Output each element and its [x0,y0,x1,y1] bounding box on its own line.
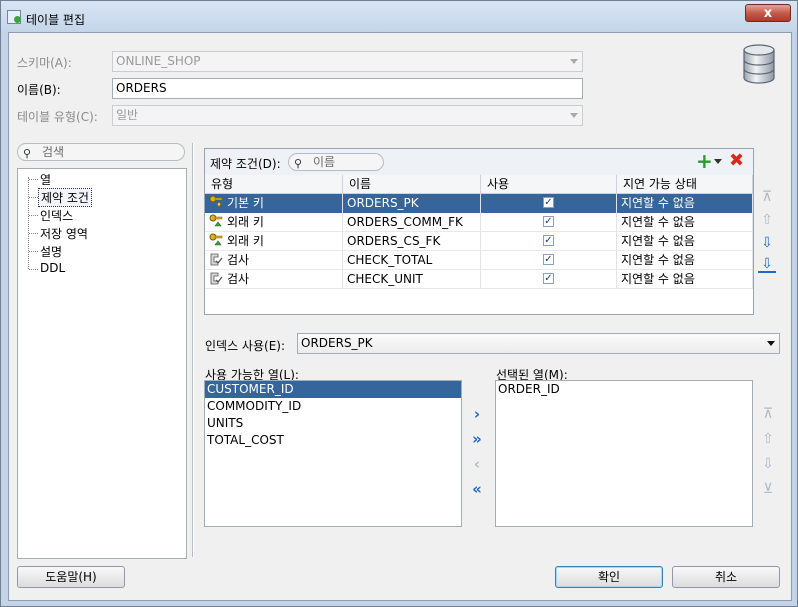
col-header-enabled[interactable]: 사용 [481,175,617,194]
ok-button[interactable]: 확인 [555,566,663,588]
constraints-label: 제약 조건(D): [210,157,281,171]
table-row[interactable]: 검사 CHECK_TOTAL ✓ 지연할 수 없음 [205,251,753,270]
col-header-deferrable[interactable]: 지연 가능 상태 [617,175,753,194]
table-row[interactable]: 검사 CHECK_UNIT ✓ 지연할 수 없음 [205,270,753,289]
tree-search-input[interactable]: ⚲ 검색 [17,143,185,161]
tree-item-storage[interactable]: 저장 영역 [40,225,88,242]
table-row[interactable]: 기본 키 ORDERS_PK ✓ 지연할 수 없음 [205,194,753,213]
table-type-dropdown: 일반 [112,105,583,126]
index-dropdown[interactable]: ORDERS_PK [297,333,780,354]
primary-key-icon [209,195,223,209]
search-icon: ⚲ [294,157,303,170]
table-row[interactable]: 외래 키 ORDERS_COMM_FK ✓ 지연할 수 없음 [205,213,753,232]
move-column-top-icon[interactable]: ⊼ [759,405,777,423]
col-header-type[interactable]: 유형 [205,175,343,194]
add-menu-chevron-icon[interactable] [714,159,722,164]
col-header-name[interactable]: 이름 [343,175,481,194]
remove-column-icon[interactable]: ‹ [468,455,486,473]
chevron-down-icon [570,59,578,64]
foreign-key-icon [209,233,223,247]
close-button[interactable]: x [745,4,791,22]
delete-constraint-icon[interactable]: ✖ [729,151,744,171]
tree-item-constraints[interactable]: 제약 조건 [38,188,92,207]
enabled-checkbox[interactable]: ✓ [543,197,554,208]
search-icon: ⚲ [23,147,32,160]
move-column-up-icon[interactable]: ⇧ [759,430,777,448]
move-column-bottom-icon[interactable]: ⊻ [759,480,777,498]
foreign-key-icon [209,214,223,228]
move-column-down-icon[interactable]: ⇩ [759,455,777,473]
enabled-checkbox[interactable]: ✓ [543,273,554,284]
list-item[interactable]: ORDER_ID [496,381,560,398]
list-item[interactable]: TOTAL_COST [205,432,284,449]
dialog-body: 스키마(A): ONLINE_SHOP 이름(B): ORDERS 테이블 유형… [8,32,792,601]
enabled-checkbox[interactable]: ✓ [543,216,554,227]
cancel-button[interactable]: 취소 [672,566,780,588]
name-input[interactable]: ORDERS [112,78,583,99]
constraints-panel: 제약 조건(D): ⚲ 이름 + ✖ 유형 이름 사용 지연 가능 상태 기본 … [204,148,754,315]
check-constraint-icon [209,252,223,266]
help-button[interactable]: 도움말(H) [17,566,125,588]
table-type-label: 테이블 유형(C): [17,110,98,124]
table-row[interactable]: 외래 키 ORDERS_CS_FK ✓ 지연할 수 없음 [205,232,753,251]
tree-item-comment[interactable]: 설명 [40,243,62,260]
navigation-tree: 열 제약 조건 인덱스 저장 영역 설명 DDL [17,168,187,559]
index-label: 인덱스 사용(E): [205,339,286,353]
list-item[interactable]: COMMODITY_ID [205,398,301,415]
enabled-checkbox[interactable]: ✓ [543,235,554,246]
tree-item-indexes[interactable]: 인덱스 [40,207,73,224]
move-up-icon[interactable]: ⇧ [758,211,776,229]
chevron-down-icon [767,341,775,346]
available-columns-list[interactable]: CUSTOMER_ID COMMODITY_ID UNITS TOTAL_COS… [204,380,462,527]
add-column-icon[interactable]: › [468,405,486,423]
move-bottom-icon[interactable]: ⇩ [758,257,776,273]
database-icon [743,44,775,84]
check-constraint-icon [209,271,223,285]
selected-columns-list[interactable]: ORDER_ID [495,380,753,527]
add-all-columns-icon[interactable]: » [468,430,486,448]
move-down-icon[interactable]: ⇩ [758,234,776,252]
add-constraint-icon[interactable]: + [696,151,713,171]
chevron-down-icon [570,113,578,118]
list-item[interactable]: UNITS [205,415,243,432]
move-top-icon[interactable]: ⊼ [758,188,776,206]
constraints-toolbar: 제약 조건(D): ⚲ 이름 + ✖ [205,149,753,176]
schema-dropdown: ONLINE_SHOP [112,51,583,72]
remove-all-columns-icon[interactable]: « [468,480,486,498]
tree-item-columns[interactable]: 열 [40,171,51,188]
table-edit-icon [7,10,21,24]
window-title: 테이블 편집 [26,13,86,27]
title-bar[interactable]: 테이블 편집 x [1,1,797,31]
list-item[interactable]: CUSTOMER_ID [205,381,461,398]
panel-divider [192,143,194,557]
edit-table-dialog: 테이블 편집 x 스키마(A): ONLINE_SHOP 이름(B): ORDE… [0,0,798,607]
schema-label: 스키마(A): [17,56,72,70]
tree-item-ddl[interactable]: DDL [40,261,65,275]
constraints-search-input[interactable]: ⚲ 이름 [288,153,384,171]
name-label: 이름(B): [17,83,61,97]
enabled-checkbox[interactable]: ✓ [543,254,554,265]
